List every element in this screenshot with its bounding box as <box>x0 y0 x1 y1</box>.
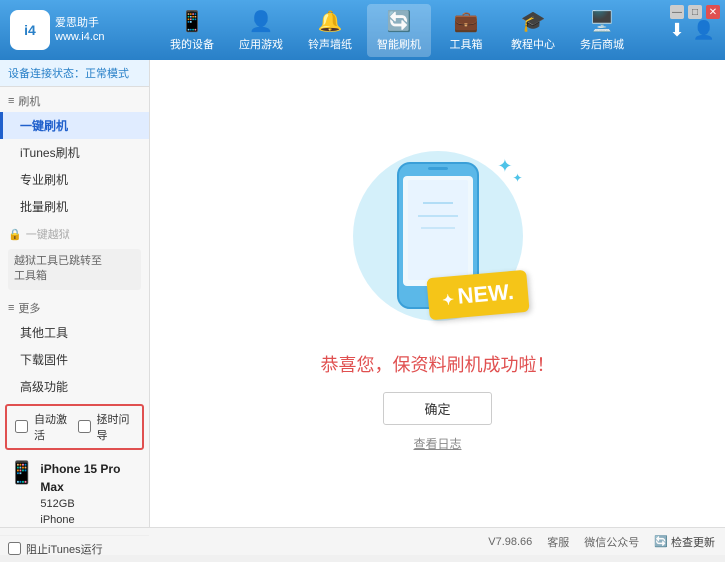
sidebar-status: 设备连接状态：正常模式 <box>0 60 149 87</box>
backup-data-label[interactable]: 拯时问导 <box>97 411 135 443</box>
other-tools-label: 其他工具 <box>20 326 68 340</box>
download-fw-label: 下载固件 <box>20 353 68 367</box>
new-badge: NEW. <box>426 269 529 320</box>
sidebar-item-other-tools[interactable]: 其他工具 <box>0 319 149 346</box>
version-text: V7.98.66 <box>488 536 532 548</box>
nav-service-label: 务后商城 <box>580 36 624 52</box>
pro-flash-label: 专业刷机 <box>20 173 68 187</box>
window-controls: — □ ✕ <box>670 5 720 19</box>
view-log-link[interactable]: 查看日志 <box>413 435 461 452</box>
nav-smart-flash-icon: 🔄 <box>387 9 412 34</box>
status-value: 正常模式 <box>85 68 129 80</box>
nav-smart-flash[interactable]: 🔄 智能刷机 <box>367 4 431 57</box>
device-phone-icon: 📱 <box>8 460 35 486</box>
main: 设备连接状态：正常模式 ≡ 刷机 一键刷机 iTunes刷机 专业刷机 批量刷机… <box>0 60 725 527</box>
refresh-icon: 🔄 <box>654 535 668 548</box>
nav-my-device[interactable]: 📱 我的设备 <box>160 4 224 57</box>
minimize-button[interactable]: — <box>670 5 684 19</box>
jailbreak-note-text: 越狱工具已跳转至工具箱 <box>14 255 102 282</box>
backup-data-checkbox[interactable] <box>78 420 91 433</box>
sidebar-item-pro-flash[interactable]: 专业刷机 <box>0 166 149 193</box>
logo-line1: 爱思助手 <box>55 16 105 30</box>
more-section-label: ≡ 更多 <box>0 294 149 319</box>
jailbreak-section-label: 🔒 一键越狱 <box>0 220 149 245</box>
device-type: iPhone <box>40 512 141 529</box>
sparkle2-icon: ✦ <box>512 171 522 185</box>
device-name: iPhone 15 Pro Max <box>40 460 141 496</box>
maximize-button[interactable]: □ <box>688 5 702 19</box>
nav-service[interactable]: 🖥️ 务后商城 <box>570 4 634 57</box>
success-message-text: 恭喜您，保资料刷机成功啦！ <box>321 355 555 375</box>
status-label: 设备连接状态： <box>8 68 85 80</box>
footer-link-wechat[interactable]: 微信公众号 <box>584 534 639 550</box>
flash-section-text: 刷机 <box>18 93 40 109</box>
header-right: ⬇ 👤 <box>669 20 715 41</box>
nav-tutorial-label: 教程中心 <box>511 36 555 52</box>
nav-toolbox-label: 工具箱 <box>450 36 483 52</box>
nav-my-device-icon: 📱 <box>180 9 205 34</box>
nav-service-icon: 🖥️ <box>590 9 615 34</box>
lock-icon: 🔒 <box>8 228 22 241</box>
content-inner: NEW. ✦ ✦ 恭喜您，保资料刷机成功啦！ 确定 查看日志 <box>321 136 555 452</box>
nav-app-game-icon: 👤 <box>249 9 274 34</box>
footer-link-service[interactable]: 客服 <box>547 534 569 550</box>
check-update-button[interactable]: 🔄 检查更新 <box>654 534 715 550</box>
nav-tutorial[interactable]: 🎓 教程中心 <box>501 4 565 57</box>
header: i4 爱思助手 www.i4.cn 📱 我的设备 👤 应用游戏 🔔 铃声墙纸 🔄 <box>0 0 725 60</box>
more-section-text: 更多 <box>18 300 40 316</box>
nav-ringtone-icon: 🔔 <box>318 9 343 34</box>
device-info: 📱 iPhone 15 Pro Max 512GB iPhone <box>0 454 149 535</box>
jailbreak-note: 越狱工具已跳转至工具箱 <box>8 249 141 290</box>
auto-activate-checkbox[interactable] <box>15 420 28 433</box>
success-message: 恭喜您，保资料刷机成功啦！ <box>321 351 555 377</box>
checkbox-row: 自动激活 拯时问导 <box>5 404 144 450</box>
nav-app-game[interactable]: 👤 应用游戏 <box>229 4 293 57</box>
sparkle1-icon: ✦ <box>497 156 512 177</box>
sidebar-item-itunes-flash[interactable]: iTunes刷机 <box>0 139 149 166</box>
jailbreak-section-text: 一键越狱 <box>26 226 70 242</box>
nav-ringtone[interactable]: 🔔 铃声墙纸 <box>298 4 362 57</box>
footer-link-update: 检查更新 <box>671 534 715 550</box>
sidebar-item-download-fw[interactable]: 下载固件 <box>0 346 149 373</box>
nav-items: 📱 我的设备 👤 应用游戏 🔔 铃声墙纸 🔄 智能刷机 💼 工具箱 🎓 <box>125 4 670 57</box>
sidebar-item-batch-flash[interactable]: 批量刷机 <box>0 193 149 220</box>
block-itunes-checkbox[interactable] <box>8 542 21 555</box>
sidebar-item-advanced[interactable]: 高级功能 <box>0 373 149 400</box>
nav-app-game-label: 应用游戏 <box>239 36 283 52</box>
nav-my-device-label: 我的设备 <box>170 36 214 52</box>
nav-toolbox[interactable]: 💼 工具箱 <box>436 4 496 57</box>
close-button[interactable]: ✕ <box>706 5 720 19</box>
flash-section-label: ≡ 刷机 <box>0 87 149 112</box>
flash-section-icon: ≡ <box>8 95 14 107</box>
device-storage: 512GB <box>40 496 141 513</box>
auto-activate-label[interactable]: 自动激活 <box>34 411 72 443</box>
user-button[interactable]: 👤 <box>693 20 715 41</box>
download-button[interactable]: ⬇ <box>669 20 684 41</box>
nav-toolbox-icon: 💼 <box>454 9 479 34</box>
logo-icon: i4 <box>10 10 50 50</box>
advanced-label: 高级功能 <box>20 380 68 394</box>
more-section-icon: ≡ <box>8 302 14 314</box>
sidebar: 设备连接状态：正常模式 ≡ 刷机 一键刷机 iTunes刷机 专业刷机 批量刷机… <box>0 60 150 527</box>
device-details: iPhone 15 Pro Max 512GB iPhone <box>40 460 141 529</box>
itunes-flash-label: iTunes刷机 <box>20 146 80 160</box>
logo-text: 爱思助手 www.i4.cn <box>55 16 105 45</box>
sidebar-item-one-key-flash[interactable]: 一键刷机 <box>0 112 149 139</box>
phone-illustration: NEW. ✦ ✦ <box>338 136 538 336</box>
logo-line2: www.i4.cn <box>55 30 105 44</box>
nav-tutorial-icon: 🎓 <box>521 9 546 34</box>
block-itunes-label[interactable]: 阻止iTunes运行 <box>26 541 103 557</box>
one-key-flash-label: 一键刷机 <box>20 119 68 133</box>
confirm-button[interactable]: 确定 <box>383 392 491 425</box>
content-area: NEW. ✦ ✦ 恭喜您，保资料刷机成功啦！ 确定 查看日志 <box>150 60 725 527</box>
block-itunes-row: 阻止iTunes运行 <box>0 535 149 562</box>
batch-flash-label: 批量刷机 <box>20 200 68 214</box>
logo-icon-text: i4 <box>24 22 36 38</box>
nav-smart-flash-label: 智能刷机 <box>377 36 421 52</box>
nav-ringtone-label: 铃声墙纸 <box>308 36 352 52</box>
logo: i4 爱思助手 www.i4.cn <box>10 10 105 50</box>
